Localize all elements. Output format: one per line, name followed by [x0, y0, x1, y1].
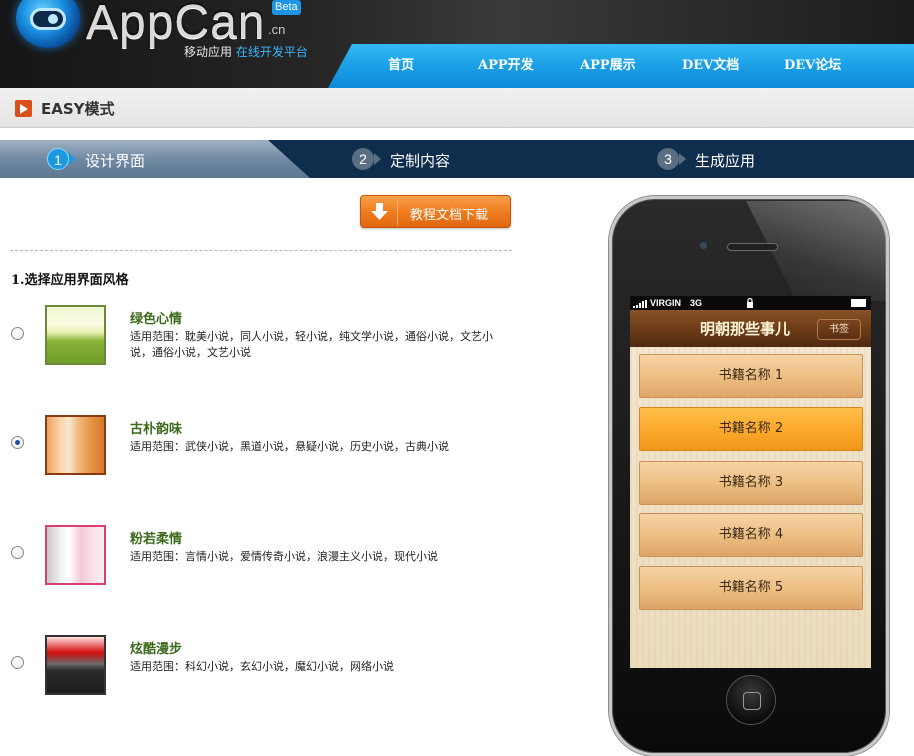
- tagline-prefix: 移动应用: [184, 45, 233, 59]
- style-desc-pink: 适用范围：言情小说，爱情传奇小说，浪漫主义小说，现代小说: [130, 550, 438, 563]
- download-arrow-icon: [371, 203, 388, 220]
- main-nav: 首页 APP开发 APP展示 DEV文档 DEV论坛: [328, 44, 914, 88]
- step-2-number: 2: [352, 148, 374, 170]
- phone-gloss: [746, 201, 886, 301]
- carrier-label: VIRGIN: [650, 298, 682, 308]
- book-item-4[interactable]: 书籍名称 4: [639, 513, 863, 557]
- style-radio-pink[interactable]: [11, 546, 24, 559]
- style-title-cool: 炫酷漫步: [130, 642, 183, 657]
- book-item-5[interactable]: 书籍名称 5: [639, 566, 863, 610]
- step-2-arrow-icon: [374, 153, 381, 165]
- style-option-green: 绿色心情 适用范围：耽美小说，同人小说，轻小说，纯文学小说，通俗小说，文艺小说，…: [0, 305, 600, 385]
- app-title-bar: 明朝那些事儿 书签: [630, 310, 871, 347]
- tagline-highlight: 在线开发平台: [235, 45, 308, 59]
- play-icon: [15, 100, 32, 117]
- status-bar: VIRGIN 3G: [630, 296, 871, 310]
- nav-home[interactable]: 首页: [388, 56, 414, 76]
- speaker-icon: [727, 243, 778, 251]
- nav-dev-docs[interactable]: DEV文档: [682, 56, 739, 76]
- step-1-label[interactable]: 设计界面: [85, 150, 145, 171]
- mode-title: EASY模式: [41, 100, 115, 118]
- step-1-arrow-icon: [69, 153, 76, 165]
- style-swatch-cool[interactable]: [45, 635, 106, 695]
- style-title-pink: 粉若柔情: [130, 532, 183, 547]
- phone-screen: VIRGIN 3G 明朝那些事儿 书签 书籍名称 1 书籍名称 2 书籍名称 3…: [630, 296, 871, 668]
- camera-icon: [700, 242, 707, 249]
- beta-badge: Beta: [272, 0, 301, 15]
- style-option-pink: 粉若柔情 适用范围：言情小说，爱情传奇小说，浪漫主义小说，现代小说: [0, 525, 600, 605]
- nav-app-showcase[interactable]: APP展示: [580, 56, 636, 76]
- tutorial-download-label: 教程文档下载: [410, 208, 489, 223]
- home-button[interactable]: [726, 675, 776, 725]
- step-1-number: 1: [47, 148, 69, 170]
- step-2-label[interactable]: 定制内容: [390, 150, 450, 171]
- divider-line: [10, 250, 512, 251]
- tutorial-download-button[interactable]: 教程文档下载: [360, 195, 511, 228]
- nav-dev-forum[interactable]: DEV论坛: [784, 56, 841, 76]
- steps-bar: 1 设计界面 2 定制内容 3 生成应用: [0, 140, 914, 178]
- style-radio-green[interactable]: [11, 327, 24, 340]
- logo-domain-suffix: .cn: [268, 22, 286, 37]
- style-desc-cool: 适用范围：科幻小说，玄幻小说，魔幻小说，网络小说: [130, 660, 394, 673]
- book-list: 书籍名称 1 书籍名称 2 书籍名称 3 书籍名称 4 书籍名称 5: [630, 347, 871, 668]
- bookmark-button[interactable]: 书签: [817, 319, 861, 340]
- style-swatch-classic[interactable]: [45, 415, 106, 475]
- style-desc-green: 适用范围：耽美小说，同人小说，轻小说，纯文学小说，通俗小说，文艺小说，通俗小说，…: [130, 330, 493, 359]
- style-option-cool: 炫酷漫步 适用范围：科幻小说，玄幻小说，魔幻小说，网络小说: [0, 635, 600, 715]
- style-swatch-pink[interactable]: [45, 525, 106, 585]
- tagline: 移动应用 在线开发平台: [184, 43, 308, 60]
- phone-preview: VIRGIN 3G 明朝那些事儿 书签 书籍名称 1 书籍名称 2 书籍名称 3…: [609, 196, 889, 756]
- mode-bar: EASY模式: [0, 88, 914, 128]
- step-3-arrow-icon: [679, 153, 686, 165]
- book-item-2[interactable]: 书籍名称 2: [639, 407, 863, 451]
- style-title-green: 绿色心情: [130, 312, 183, 327]
- book-item-3[interactable]: 书籍名称 3: [639, 461, 863, 505]
- battery-icon: [851, 299, 866, 307]
- style-desc-classic: 适用范围：武侠小说，黑道小说，悬疑小说，历史小说，古典小说: [130, 440, 449, 453]
- step-3-number: 3: [657, 148, 679, 170]
- app-title: 明朝那些事儿: [700, 320, 791, 338]
- style-option-classic: 古朴韵味 适用范围：武侠小说，黑道小说，悬疑小说，历史小说，古典小说: [0, 415, 600, 495]
- step-3-label[interactable]: 生成应用: [695, 150, 755, 171]
- style-radio-cool[interactable]: [11, 656, 24, 669]
- style-radio-classic[interactable]: [11, 436, 24, 449]
- book-item-1[interactable]: 书籍名称 1: [639, 354, 863, 398]
- appcan-logo-icon[interactable]: [16, 0, 80, 48]
- button-divider: [397, 199, 398, 225]
- style-swatch-green[interactable]: [45, 305, 106, 365]
- style-title-classic: 古朴韵味: [130, 422, 183, 437]
- site-header: AppCan Beta .cn 移动应用 在线开发平台 首页 APP开发 APP…: [0, 0, 914, 88]
- logo-text[interactable]: AppCan: [86, 0, 265, 48]
- network-label: 3G: [690, 298, 703, 308]
- section-title: 1.选择应用界面风格: [11, 273, 129, 288]
- nav-app-dev[interactable]: APP开发: [478, 56, 534, 76]
- signal-icon: [633, 300, 647, 308]
- lock-icon: [747, 298, 753, 308]
